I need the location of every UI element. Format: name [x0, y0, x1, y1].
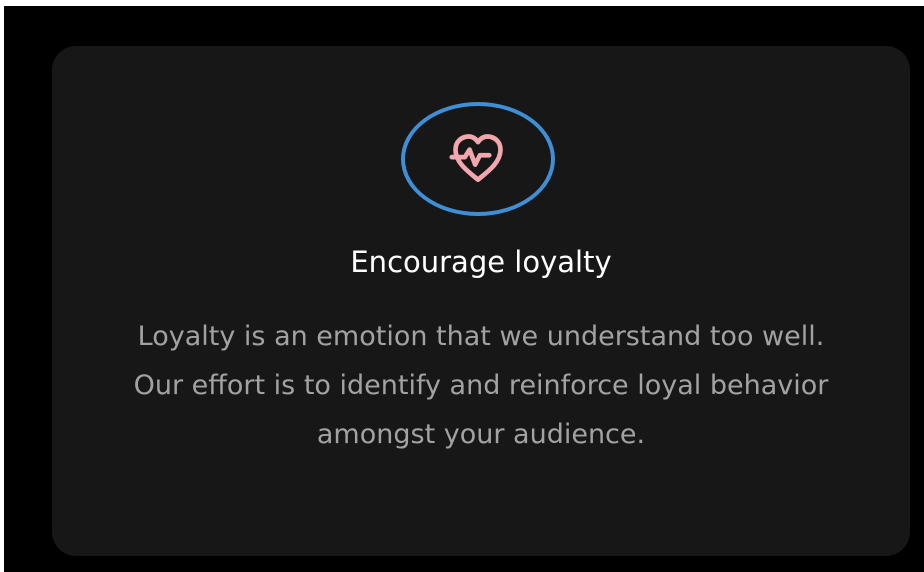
dark-page-background: Encourage loyalty Loyalty is an emotion … — [4, 6, 924, 572]
screenshot-canvas: Encourage loyalty Loyalty is an emotion … — [0, 0, 924, 572]
card-title: Encourage loyalty — [350, 245, 612, 279]
heart-pulse-icon — [449, 134, 503, 182]
feature-card: Encourage loyalty Loyalty is an emotion … — [52, 46, 910, 556]
card-description: Loyalty is an emotion that we understand… — [133, 321, 829, 450]
icon-circle — [401, 102, 555, 216]
